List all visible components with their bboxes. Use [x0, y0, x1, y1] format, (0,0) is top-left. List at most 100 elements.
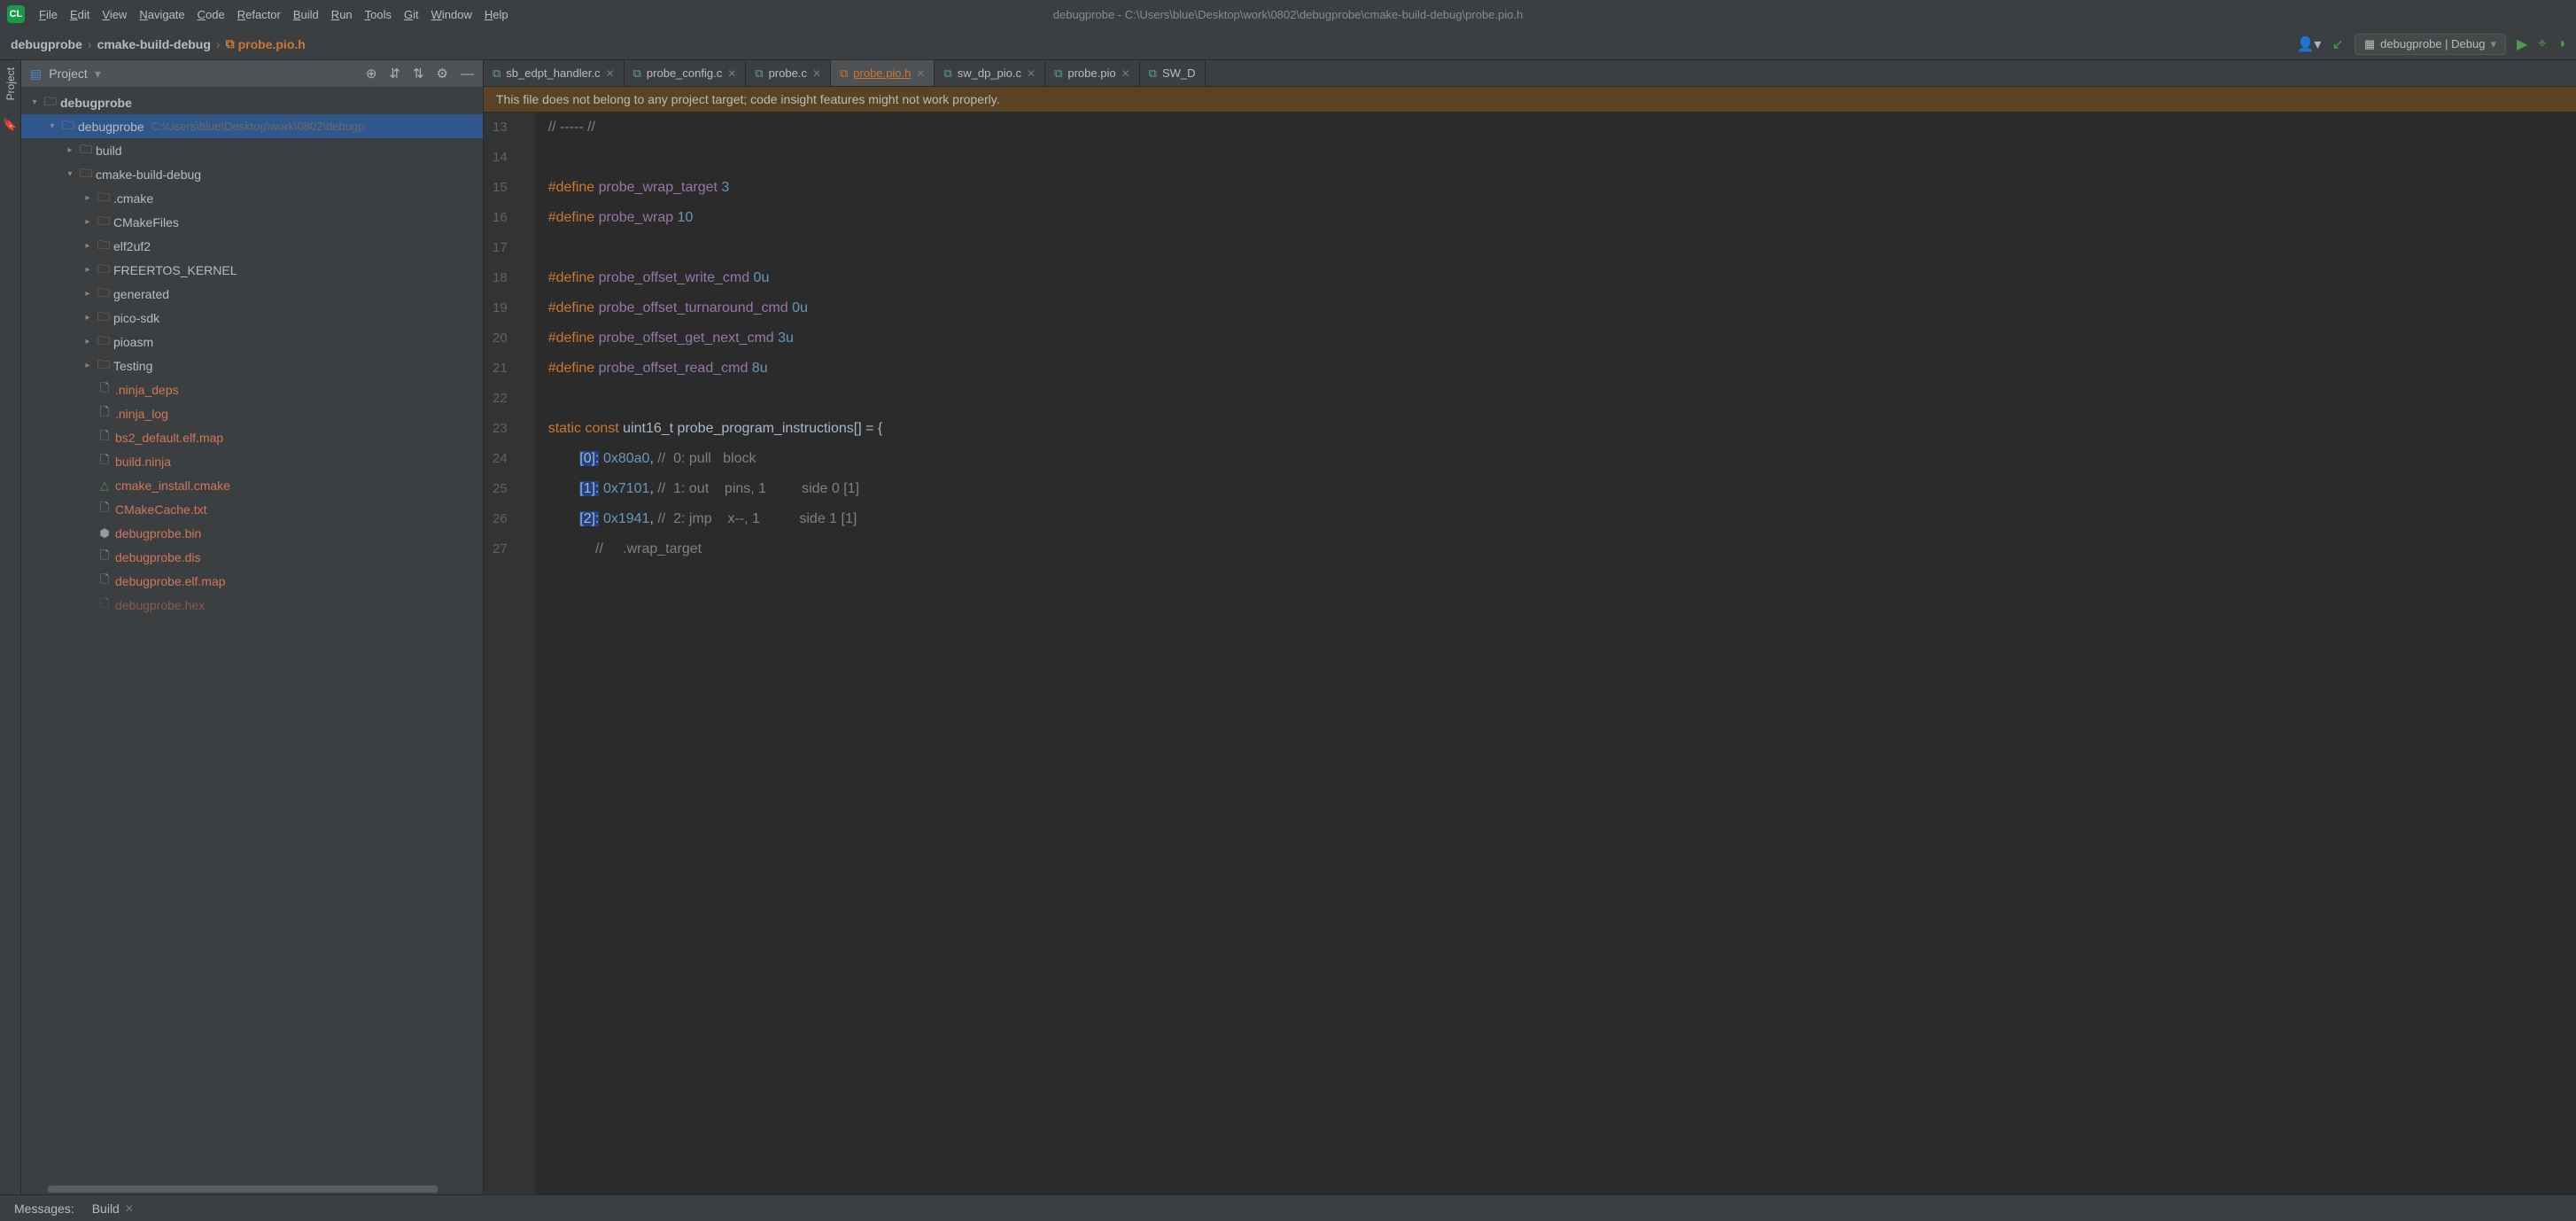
run-button[interactable]: ▶: [2517, 35, 2527, 53]
module-icon: 🗀: [62, 116, 74, 137]
close-icon[interactable]: ✕: [606, 67, 615, 80]
folder-icon: 🗀: [44, 92, 57, 113]
status-bar: Messages: Build ✕: [0, 1194, 2576, 1221]
menu-file[interactable]: File: [39, 8, 58, 21]
tree-item[interactable]: 🗋debugprobe.dis: [21, 545, 483, 569]
hide-panel-icon[interactable]: —: [461, 66, 474, 82]
application-icon: ▦: [2364, 37, 2375, 51]
tree-item[interactable]: 🗋debugprobe.elf.map: [21, 569, 483, 593]
file-icon: 🗋: [97, 548, 112, 567]
editor-tab[interactable]: ⧉probe.c✕: [746, 60, 831, 86]
editor-tab[interactable]: ⧉probe.pio.h✕: [831, 60, 935, 86]
menu-tools[interactable]: Tools: [365, 8, 392, 21]
close-icon[interactable]: ✕: [916, 67, 925, 80]
close-icon[interactable]: ✕: [1027, 67, 1036, 80]
close-icon[interactable]: ✕: [727, 67, 736, 80]
chevron-down-icon: ▾: [46, 121, 58, 131]
breadcrumb-file[interactable]: ⧉ probe.pio.h: [226, 36, 306, 51]
run-with-coverage-button[interactable]: ◑: [2557, 36, 2565, 52]
tab-label: probe_config.c: [647, 66, 722, 80]
tree-root[interactable]: ▾ 🗀 debugprobe: [21, 90, 483, 114]
editor-tab[interactable]: ⧉SW_D: [1140, 60, 1206, 86]
editor-tab[interactable]: ⧉sb_edpt_handler.c✕: [484, 60, 625, 86]
code-editor[interactable]: 131415161718192021222324252627 // ----- …: [484, 113, 2576, 1194]
settings-icon[interactable]: ⚙: [437, 66, 448, 82]
user-icon[interactable]: 👤▾: [2297, 35, 2322, 53]
tree-label: CMakeFiles: [113, 215, 179, 229]
cmake-icon: △: [97, 478, 112, 493]
menu-git[interactable]: Git: [404, 8, 419, 21]
expand-all-icon[interactable]: ⇵: [389, 66, 400, 82]
vcs-update-icon[interactable]: ↙: [2332, 35, 2343, 53]
tree-item[interactable]: △cmake_install.cmake: [21, 473, 483, 497]
close-icon[interactable]: ✕: [812, 67, 821, 80]
tree-item[interactable]: ▸🗀Testing: [21, 354, 483, 377]
menu-code[interactable]: Code: [198, 8, 225, 21]
tree-item[interactable]: ▾ 🗀 cmake-build-debug: [21, 162, 483, 186]
horizontal-scrollbar[interactable]: [21, 1186, 483, 1194]
editor-tab[interactable]: ⧉probe_config.c✕: [625, 60, 747, 86]
breadcrumb-1[interactable]: cmake-build-debug: [97, 37, 211, 51]
editor-tab[interactable]: ⧉probe.pio✕: [1045, 60, 1140, 86]
file-icon: 🗋: [97, 380, 112, 400]
tree-label: CMakeCache.txt: [115, 502, 206, 517]
menu-navigate[interactable]: Navigate: [139, 8, 184, 21]
folder-icon: 🗀: [80, 164, 92, 185]
bookmarks-icon[interactable]: 🔖: [3, 118, 17, 132]
tree-item[interactable]: ▸🗀elf2uf2: [21, 234, 483, 258]
folder-icon: 🗀: [97, 331, 110, 353]
tree-item[interactable]: 🗋.ninja_log: [21, 401, 483, 425]
folder-icon: 🗀: [97, 236, 110, 257]
menu-build[interactable]: Build: [293, 8, 319, 21]
breadcrumb-0[interactable]: debugprobe: [11, 37, 82, 51]
folder-icon: 🗀: [97, 307, 110, 329]
project-tree[interactable]: ▾ 🗀 debugprobe ▾ 🗀 debugprobe C:\Users\b…: [21, 87, 483, 1186]
menu-window[interactable]: Window: [431, 8, 472, 21]
menu-edit[interactable]: Edit: [70, 8, 89, 21]
folder-icon: 🗀: [97, 212, 110, 233]
project-tool-button[interactable]: Project: [4, 67, 17, 100]
tree-item[interactable]: ▸🗀pico-sdk: [21, 306, 483, 330]
debug-button[interactable]: ⌖: [2538, 36, 2546, 52]
build-tool-button[interactable]: Build ✕: [92, 1202, 134, 1216]
breadcrumbs: debugprobe › cmake-build-debug › ⧉ probe…: [11, 36, 306, 51]
tree-item[interactable]: ▸🗀FREERTOS_KERNEL: [21, 258, 483, 282]
editor-tab[interactable]: ⧉sw_dp_pio.c✕: [935, 60, 1045, 86]
tree-item[interactable]: 🗋bs2_default.elf.map: [21, 425, 483, 449]
tree-item[interactable]: 🗋.ninja_deps: [21, 377, 483, 401]
collapse-all-icon[interactable]: ⇅: [413, 66, 424, 82]
tree-label: .cmake: [113, 191, 153, 206]
tree-label: elf2uf2: [113, 239, 151, 253]
menu-refactor[interactable]: Refactor: [237, 8, 281, 21]
code-content[interactable]: // ----- // #define probe_wrap_target 3#…: [536, 113, 2576, 1194]
tree-item[interactable]: ▸ 🗀 build: [21, 138, 483, 162]
tree-item[interactable]: 🗋build.ninja: [21, 449, 483, 473]
chevron-down-icon[interactable]: ▾: [95, 66, 101, 82]
tree-label: debugprobe.bin: [115, 526, 201, 541]
tab-label: probe.pio.h: [853, 66, 911, 80]
binary-file-icon: ⬢: [97, 526, 112, 541]
menu-view[interactable]: View: [102, 8, 127, 21]
tree-item[interactable]: ▸🗀.cmake: [21, 186, 483, 210]
fold-column[interactable]: [520, 113, 536, 1194]
messages-tool-button[interactable]: Messages:: [14, 1202, 74, 1216]
tree-item[interactable]: 🗋debugprobe.hex: [21, 593, 483, 617]
menu-help[interactable]: Help: [485, 8, 508, 21]
close-icon[interactable]: ✕: [1121, 67, 1130, 80]
tree-item[interactable]: ⬢debugprobe.bin: [21, 521, 483, 545]
run-config-selector[interactable]: ▦ debugprobe | Debug ▾: [2355, 34, 2506, 55]
window-title: debugprobe - C:\Users\blue\Desktop\work\…: [1053, 8, 1523, 21]
tree-module[interactable]: ▾ 🗀 debugprobe C:\Users\blue\Desktop\wor…: [21, 114, 483, 138]
close-icon[interactable]: ✕: [125, 1202, 134, 1215]
tree-label: debugprobe: [60, 96, 132, 110]
tree-item[interactable]: ▸🗀CMakeFiles: [21, 210, 483, 234]
tree-item[interactable]: ▸🗀pioasm: [21, 330, 483, 354]
app-logo: CL: [7, 5, 25, 23]
menu-run[interactable]: Run: [331, 8, 353, 21]
tab-label: SW_D: [1162, 66, 1196, 80]
tree-item[interactable]: ▸🗀generated: [21, 282, 483, 306]
tree-item[interactable]: 🗋CMakeCache.txt: [21, 497, 483, 521]
tree-label: debugprobe: [78, 120, 144, 134]
select-opened-file-icon[interactable]: ⊕: [366, 66, 377, 82]
tab-label: probe.c: [769, 66, 807, 80]
